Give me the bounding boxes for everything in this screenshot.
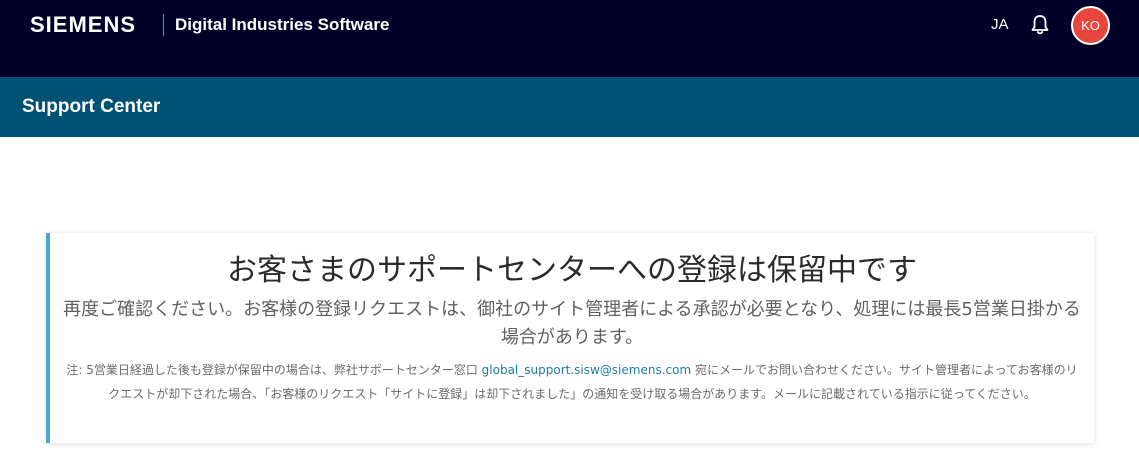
pending-registration-notice: お客さまのサポートセンターへの登録は保留中です 再度ご確認ください。お客様の登録… [46,233,1094,443]
brand-divider [163,14,164,36]
language-selector[interactable]: JA [991,16,1009,33]
support-center-header: Support Center [0,77,1139,137]
bell-icon[interactable] [1030,14,1050,36]
notice-subtitle: 再度ご確認ください。お客様の登録リクエストは、御社のサイト管理者による承認が必要… [63,299,1081,348]
product-name[interactable]: Digital Industries Software [175,15,389,35]
user-avatar[interactable]: KO [1071,6,1110,45]
note-text-before: 注: 5営業日経過した後も登録が保留中の場合は、弊社サポートセンター窓口 [66,363,482,377]
page-title[interactable]: Support Center [22,96,160,118]
notice-title: お客さまのサポートセンターへの登録は保留中です [227,253,917,288]
support-email-link[interactable]: global_support.sisw@siemens.com [482,363,691,377]
siemens-logo[interactable]: SIEMENS [30,12,136,38]
top-navigation-bar: SIEMENS Digital Industries Software JA K… [0,0,1139,77]
notice-note: 注: 5営業日経過した後も登録が保留中の場合は、弊社サポートセンター窓口 glo… [62,358,1082,406]
